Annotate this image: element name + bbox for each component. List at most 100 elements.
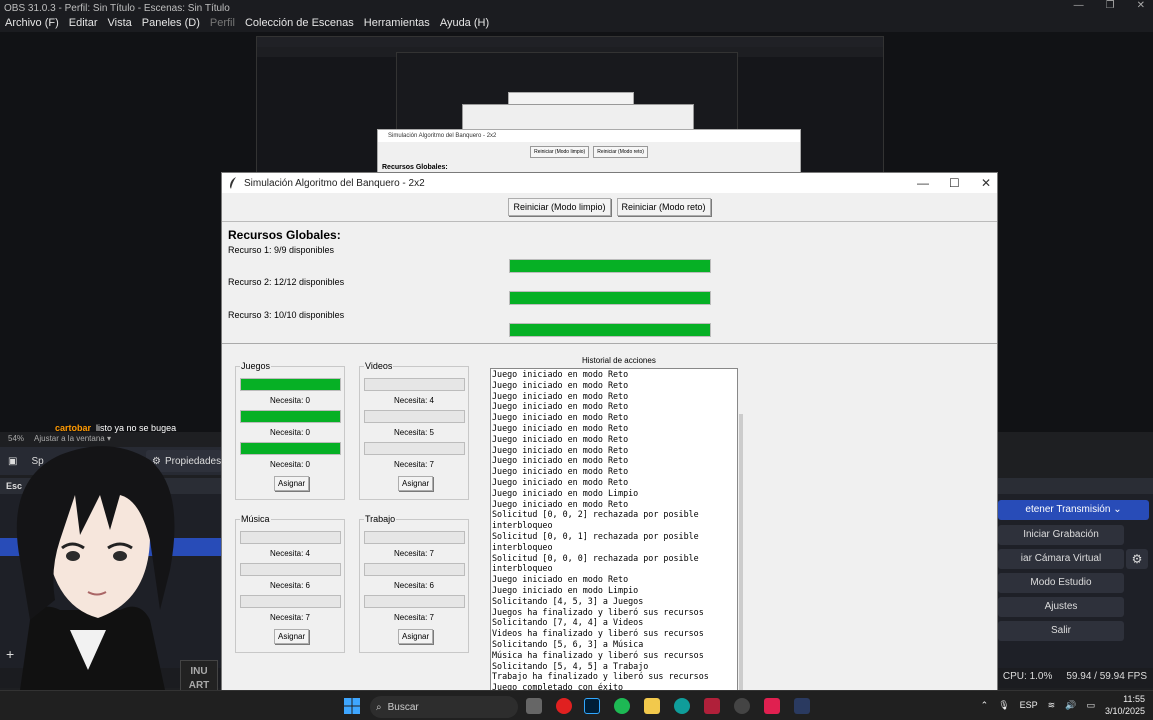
nested-globals-title: Recursos Globales: bbox=[382, 164, 448, 171]
obs-icon[interactable] bbox=[734, 698, 750, 714]
resource-1-label: Recurso 1: 9/9 disponibles bbox=[228, 245, 335, 255]
need-bar bbox=[240, 410, 341, 423]
history-line: Solicitando [7, 4, 4] a Videos bbox=[492, 617, 644, 628]
youtube-icon[interactable] bbox=[556, 698, 572, 714]
need-bar bbox=[240, 595, 341, 608]
reset-challenge-button[interactable]: Reiniciar (Modo reto) bbox=[616, 198, 711, 216]
group-trabajo: Trabajo Necesita: 7 Necesita: 6 Necesita… bbox=[359, 514, 469, 653]
virtual-camera-settings-icon[interactable]: ⚙ bbox=[1126, 549, 1148, 569]
studio-mode-button[interactable]: Modo Estudio bbox=[998, 573, 1124, 593]
history-log[interactable]: Juego iniciado en modo Reto Juego iniciad… bbox=[490, 368, 738, 691]
language-indicator[interactable]: ESP bbox=[1020, 700, 1038, 710]
menu-editar[interactable]: Editar bbox=[64, 16, 103, 32]
windows-start-icon[interactable] bbox=[344, 698, 360, 714]
history-line: Solicitud [0, 0, 2] rechazada por posibl… bbox=[492, 509, 699, 520]
resource-2-bar bbox=[509, 291, 711, 305]
controls-dock: etener Transmisión ⌄ Iniciar Grabación i… bbox=[998, 478, 1153, 668]
virtual-camera-button[interactable]: iar Cámara Virtual bbox=[998, 549, 1124, 569]
search-label: Buscar bbox=[387, 701, 419, 713]
need-bar bbox=[364, 378, 465, 391]
close-icon[interactable]: ✕ bbox=[1137, 0, 1145, 11]
menu-vista[interactable]: Vista bbox=[103, 16, 137, 32]
group-juegos: Juegos Necesita: 0 Necesita: 0 Necesita:… bbox=[235, 361, 345, 500]
file-explorer-icon[interactable] bbox=[644, 698, 660, 714]
history-scrollbar[interactable] bbox=[739, 414, 743, 691]
settings-button[interactable]: Ajustes bbox=[998, 597, 1124, 617]
valorant-icon[interactable] bbox=[704, 698, 720, 714]
resource-2-label: Recurso 2: 12/12 disponibles bbox=[228, 277, 345, 287]
menu-ayuda[interactable]: Ayuda (H) bbox=[435, 16, 494, 32]
assign-button-videos[interactable]: Asignar bbox=[398, 476, 434, 491]
history-line: Juego iniciado en modo Reto bbox=[492, 444, 629, 455]
edge-icon[interactable] bbox=[674, 698, 690, 714]
need-bar bbox=[364, 531, 465, 544]
need-bar bbox=[240, 531, 341, 544]
stream-button[interactable]: etener Transmisión ⌄ bbox=[998, 500, 1149, 520]
wifi-icon[interactable]: ≋ bbox=[1048, 700, 1056, 711]
need-label: Necesita: 0 bbox=[269, 396, 311, 405]
banker-app-window: Simulación Algoritmo del Banquero - 2x2 … bbox=[221, 172, 998, 692]
cpu-usage: CPU: 1.0% bbox=[1002, 671, 1053, 682]
taskbar-search[interactable]: ⌕ Buscar bbox=[370, 696, 518, 718]
task-view-icon[interactable] bbox=[526, 698, 542, 714]
python-feather-icon[interactable] bbox=[794, 698, 810, 714]
need-bar bbox=[240, 442, 341, 455]
need-label: Necesita: 4 bbox=[393, 396, 435, 405]
assign-button-trabajo[interactable]: Asignar bbox=[398, 629, 434, 644]
group-label: Música bbox=[240, 514, 271, 524]
menu-perfil[interactable]: Perfil bbox=[205, 16, 240, 32]
maximize-icon[interactable]: ❐ bbox=[1106, 0, 1115, 11]
history-line: Juego iniciado en modo Reto bbox=[492, 498, 629, 509]
need-label: Necesita: 0 bbox=[269, 428, 311, 437]
history-line: Solicitando [5, 6, 3] a Música bbox=[492, 638, 644, 649]
need-bar bbox=[364, 410, 465, 423]
history-line: Juegos ha finalizado y liberó sus recurs… bbox=[492, 606, 704, 617]
app-title-bar: Simulación Algoritmo del Banquero - 2x2 … bbox=[222, 173, 997, 193]
group-label: Juegos bbox=[240, 361, 272, 371]
need-label: Necesita: 0 bbox=[269, 460, 311, 469]
globals-title: Recursos Globales: bbox=[228, 228, 341, 242]
need-label: Necesita: 5 bbox=[393, 428, 435, 437]
history-line: Juego iniciado en modo Reto bbox=[492, 379, 629, 390]
volume-icon[interactable]: 🔊 bbox=[1065, 700, 1076, 711]
history-line: Trabajo ha finalizado y liberó sus recur… bbox=[492, 671, 709, 682]
menu-herramientas[interactable]: Herramientas bbox=[359, 16, 435, 32]
need-label: Necesita: 7 bbox=[393, 613, 435, 622]
assign-button-juegos[interactable]: Asignar bbox=[274, 476, 310, 491]
minimize-icon[interactable]: — bbox=[1074, 0, 1084, 11]
microphone-icon[interactable]: 🎙 bbox=[998, 700, 1009, 711]
minimize-icon[interactable]: — bbox=[917, 176, 929, 190]
reset-clean-button[interactable]: Reiniciar (Modo limpio) bbox=[508, 198, 611, 216]
assign-button-musica[interactable]: Asignar bbox=[274, 629, 310, 644]
spotify-icon[interactable] bbox=[614, 698, 630, 714]
need-bar bbox=[240, 563, 341, 576]
history-line: Juego iniciado en modo Reto bbox=[492, 476, 629, 487]
nested-app-title: Simulación Algoritmo del Banquero - 2x2 bbox=[378, 130, 800, 142]
history-line: Solicitando [4, 5, 3] a Juegos bbox=[492, 595, 644, 606]
close-icon[interactable]: ✕ bbox=[981, 176, 991, 190]
history-line: Juego iniciado en modo Reto bbox=[492, 433, 629, 444]
maximize-icon[interactable]: ☐ bbox=[949, 176, 960, 190]
nested-btn-clean: Reiniciar (Modo limpio) bbox=[530, 146, 590, 158]
clock[interactable]: 11:55 3/10/2025 bbox=[1105, 693, 1145, 717]
app-icon[interactable] bbox=[764, 698, 780, 714]
history-line: Música ha finalizado y liberó sus recurs… bbox=[492, 649, 704, 660]
record-button[interactable]: Iniciar Grabación bbox=[998, 525, 1124, 545]
menu-paneles[interactable]: Paneles (D) bbox=[137, 16, 205, 32]
history-title: Historial de acciones bbox=[582, 356, 656, 365]
history-line: Juego iniciado en modo Reto bbox=[492, 412, 629, 423]
group-label: Videos bbox=[364, 361, 394, 371]
battery-icon[interactable]: ▭ bbox=[1086, 700, 1095, 711]
history-line: Juego iniciado en modo Reto bbox=[492, 369, 629, 379]
photoshop-icon[interactable] bbox=[584, 698, 600, 714]
history-line: Juego iniciado en modo Reto bbox=[492, 455, 629, 466]
group-videos: Videos Necesita: 4 Necesita: 5 Necesita:… bbox=[359, 361, 469, 500]
menu-coleccion-escenas[interactable]: Colección de Escenas bbox=[240, 16, 359, 32]
history-line: Juego iniciado en modo Limpio bbox=[492, 584, 639, 595]
history-line: Juego iniciado en modo Reto bbox=[492, 466, 629, 477]
nested-btn-challenge: Reiniciar (Modo reto) bbox=[593, 146, 648, 158]
menu-archivo[interactable]: Archivo (F) bbox=[0, 16, 64, 32]
chevron-up-icon[interactable]: ⌃ bbox=[981, 700, 989, 711]
resource-3-bar bbox=[509, 323, 711, 337]
exit-button[interactable]: Salir bbox=[998, 621, 1124, 641]
